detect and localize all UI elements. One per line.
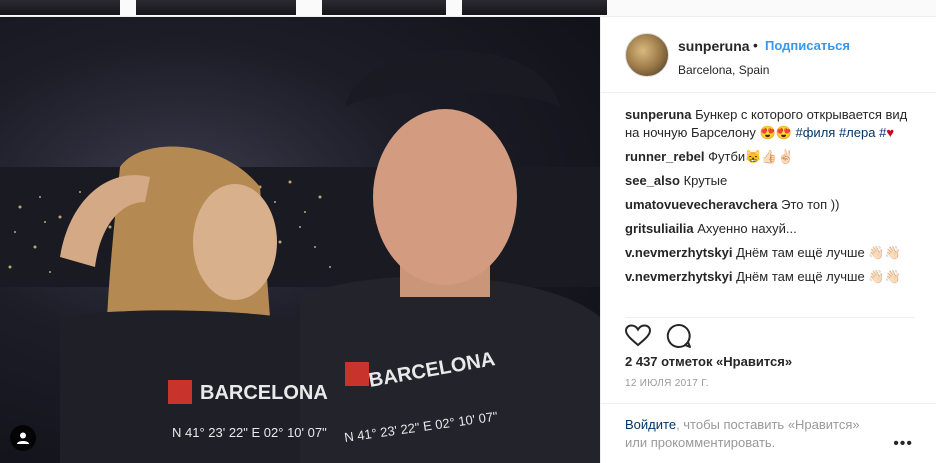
comment: gritsuliailia Ахуенно нахуй... <box>625 220 915 238</box>
thumbnail-strip <box>0 0 936 16</box>
user-tag-button[interactable] <box>10 425 36 451</box>
location-link[interactable]: Barcelona, Spain <box>678 63 769 77</box>
login-text-2: или прокомментировать. <box>625 435 776 450</box>
thumbnail[interactable] <box>462 0 607 15</box>
separator-dot: • <box>753 37 758 53</box>
heart-outline-icon[interactable] <box>625 324 651 348</box>
comment-text: Это топ )) <box>781 197 840 212</box>
speech-bubble-icon[interactable] <box>666 323 692 349</box>
comment: v.nevmerzhytskyi Днём там ещё лучше 👋🏻👋🏻 <box>625 268 915 286</box>
thumbnail[interactable] <box>0 0 120 15</box>
photo-illustration: BARCELONA BARCELONA N 41° 23' 22" E 02° … <box>0 50 600 463</box>
comment: runner_rebel Футби😸👍🏻✌🏻 <box>625 148 915 166</box>
comment: umatovuevecheravchera Это топ )) <box>625 196 915 214</box>
login-link[interactable]: Войдите <box>625 417 676 432</box>
thumbnail[interactable] <box>322 0 446 15</box>
login-text: , чтобы поставить «Нравится» <box>676 417 860 432</box>
shirt-coords-left: N 41° 23' 22" E 02° 10' 07" <box>172 425 327 440</box>
follow-button[interactable]: Подписаться <box>765 38 850 53</box>
more-options-button[interactable]: ••• <box>893 435 913 453</box>
username-link[interactable]: sunperuna <box>678 38 750 54</box>
comment: v.nevmerzhytskyi Днём там ещё лучше 👋🏻👋🏻 <box>625 244 915 262</box>
likes-count[interactable]: 2 437 отметок «Нравится» <box>625 354 792 369</box>
comment-username[interactable]: v.nevmerzhytskyi <box>625 245 732 260</box>
heart-emoji: ♥ <box>886 125 895 140</box>
comment: see_also Крутые <box>625 172 915 190</box>
hashtag-link[interactable]: #филя <box>796 125 836 140</box>
comment-username[interactable]: v.nevmerzhytskyi <box>625 269 732 284</box>
action-bar <box>625 317 915 352</box>
comments-list: sunperuna Бункер с которого открывается … <box>625 106 915 292</box>
post-date: 12 ИЮЛЯ 2017 Г. <box>625 378 709 389</box>
comment-username[interactable]: umatovuevecheravchera <box>625 197 777 212</box>
hashtag-link[interactable]: #лера <box>839 125 876 140</box>
thumbnail[interactable] <box>136 0 296 15</box>
post: BARCELONA BARCELONA N 41° 23' 22" E 02° … <box>0 16 936 463</box>
caption-username[interactable]: sunperuna <box>625 107 691 122</box>
post-photo[interactable]: BARCELONA BARCELONA N 41° 23' 22" E 02° … <box>0 17 600 463</box>
comment-text: Днём там ещё лучше 👋🏻👋🏻 <box>736 245 901 260</box>
comment-username[interactable]: gritsuliailia <box>625 221 694 236</box>
login-prompt: Войдите, чтобы поставить «Нравится» или … <box>601 403 936 452</box>
comment-username[interactable]: runner_rebel <box>625 149 704 164</box>
shirt-text-left: BARCELONA <box>200 382 328 404</box>
post-sidebar: sunperuna • Подписаться Barcelona, Spain… <box>600 17 936 463</box>
caption: sunperuna Бункер с которого открывается … <box>625 106 915 142</box>
avatar[interactable] <box>625 33 669 77</box>
post-header: sunperuna • Подписаться Barcelona, Spain <box>601 17 936 93</box>
comment-text: Футби😸👍🏻✌🏻 <box>708 149 794 164</box>
comment-text: Крутые <box>683 173 728 188</box>
comment-text: Ахуенно нахуй... <box>697 221 797 236</box>
person-icon <box>17 432 29 444</box>
comment-text: Днём там ещё лучше 👋🏻👋🏻 <box>736 269 901 284</box>
comment-username[interactable]: see_also <box>625 173 680 188</box>
